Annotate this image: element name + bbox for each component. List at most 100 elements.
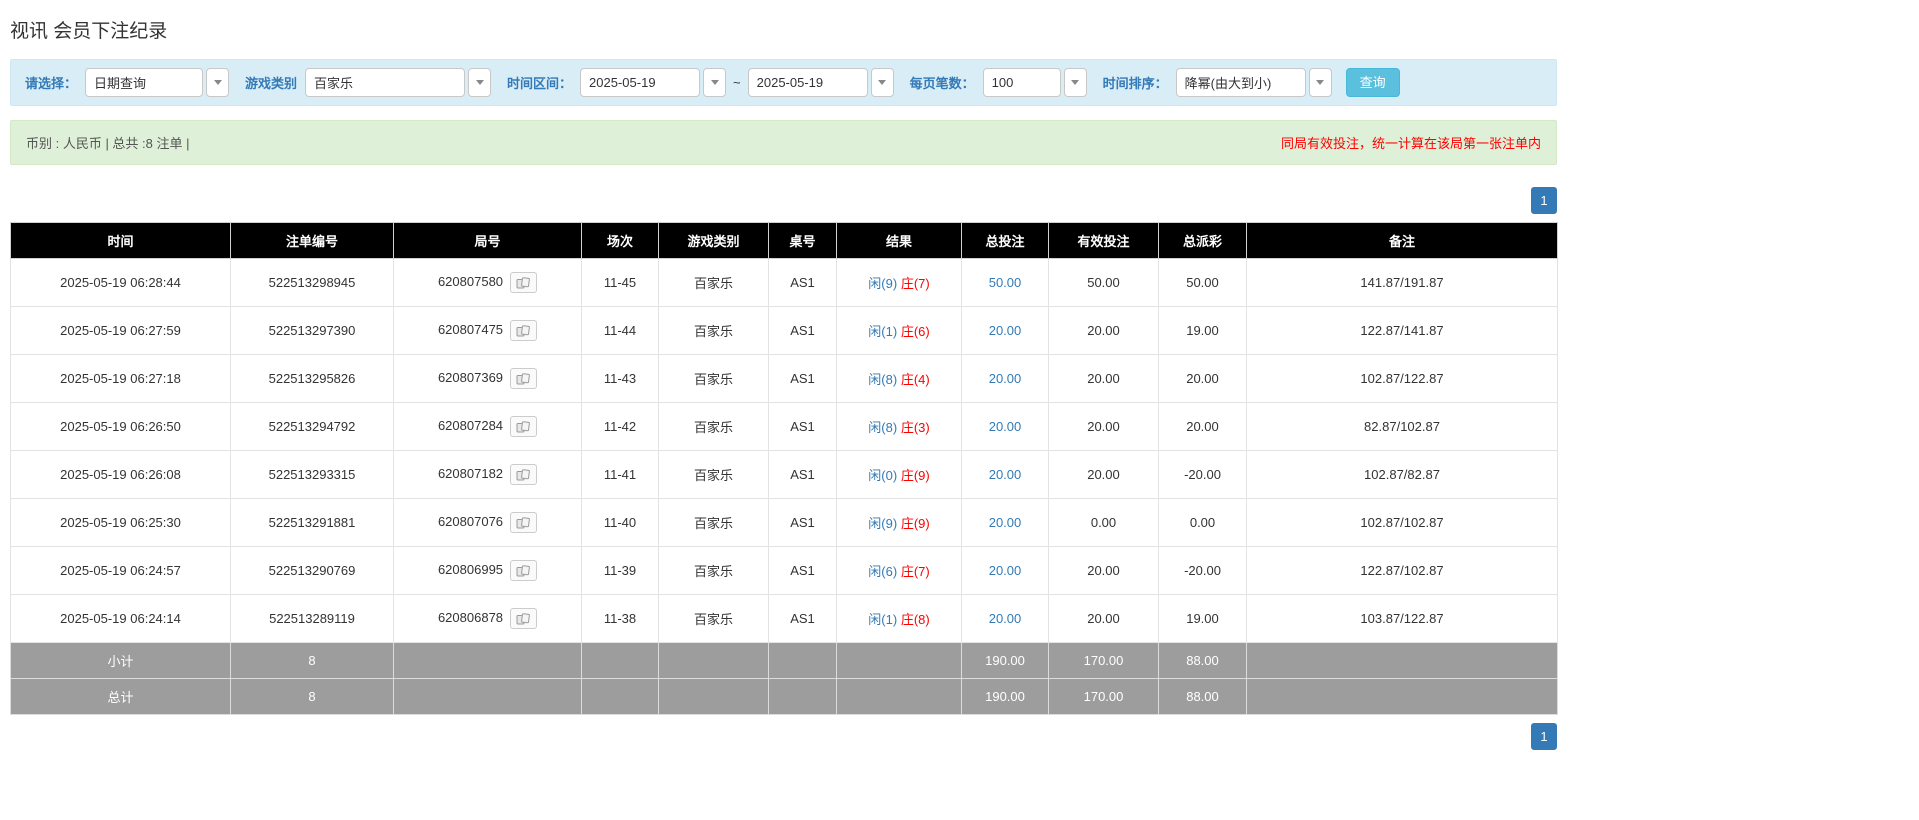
filter-bar: 请选择： 游戏类别 时间区间： ~ 每页笔 <box>10 59 1557 106</box>
cell-session: 11-44 <box>581 306 659 355</box>
game-type-dropdown-button[interactable] <box>468 68 492 97</box>
time-sort-dropdown-button[interactable] <box>1308 68 1332 97</box>
page-size-input[interactable] <box>982 68 1061 97</box>
page-size-label: 每页笔数： <box>909 76 975 91</box>
cell-round: 620807182 <box>393 450 582 499</box>
time-sort-input[interactable] <box>1175 68 1306 97</box>
cell-total-bet: 20.00 <box>961 354 1049 403</box>
cell-game-type: 百家乐 <box>658 450 769 499</box>
date-from-input[interactable] <box>580 68 701 97</box>
round-number: 620807182 <box>437 465 504 481</box>
cell-remark: 103.87/122.87 <box>1246 594 1558 643</box>
cell-remark: 141.87/191.87 <box>1246 258 1558 307</box>
round-number: 620806995 <box>437 561 504 577</box>
total-bet-link[interactable]: 20.00 <box>989 467 1022 482</box>
table-row: 2025-05-19 06:27:59 522513297390 6208074… <box>10 306 1558 355</box>
select-type-dropdown-button[interactable] <box>206 68 230 97</box>
total-bet-link[interactable]: 20.00 <box>989 611 1022 626</box>
cards-icon <box>516 468 530 480</box>
query-button[interactable]: 查询 <box>1345 68 1400 97</box>
cell-payout: -20.00 <box>1158 546 1247 595</box>
page-size-dropdown-button[interactable] <box>1063 68 1087 97</box>
cell-payout: 19.00 <box>1158 306 1247 355</box>
caret-down-icon <box>1071 80 1080 85</box>
date-to-input[interactable] <box>747 68 868 97</box>
cell-round: 620807284 <box>393 402 582 451</box>
select-type-input[interactable] <box>85 68 204 97</box>
view-cards-button[interactable] <box>510 560 538 581</box>
cell-session: 11-39 <box>581 546 659 595</box>
total-bet-link[interactable]: 20.00 <box>989 371 1022 386</box>
cell-bet-id: 522513297390 <box>230 306 394 355</box>
col-session: 场次 <box>581 222 659 259</box>
cell-table-no: AS1 <box>768 594 837 643</box>
cell-time: 2025-05-19 06:26:50 <box>10 402 231 451</box>
round-number: 620807580 <box>437 273 504 289</box>
total-bet-link[interactable]: 20.00 <box>989 323 1022 338</box>
round-number: 620807284 <box>437 417 504 433</box>
cell-time: 2025-05-19 06:28:44 <box>10 258 231 307</box>
banker-result: 庄(4) <box>900 372 930 387</box>
view-cards-button[interactable] <box>510 608 538 629</box>
cell-table-no: AS1 <box>768 258 837 307</box>
bet-records-table: 时间 注单编号 局号 场次 游戏类别 桌号 结果 总投注 有效投注 总派彩 备注… <box>10 222 1558 715</box>
total-bet-link[interactable]: 20.00 <box>989 515 1022 530</box>
round-number: 620806878 <box>437 609 504 625</box>
cell-session: 11-38 <box>581 594 659 643</box>
banker-result: 庄(6) <box>900 324 930 339</box>
cell-total-bet: 20.00 <box>961 306 1049 355</box>
page-1-button[interactable]: 1 <box>1531 187 1557 214</box>
total-bet-link[interactable]: 20.00 <box>989 563 1022 578</box>
summary-bar: 币别 : 人民币 | 总共 :8 注单 | 同局有效投注，统一计算在该局第一张注… <box>10 120 1557 165</box>
view-cards-button[interactable] <box>510 368 538 389</box>
subtotal-label: 小计 <box>10 642 231 679</box>
cell-game-type: 百家乐 <box>658 594 769 643</box>
cell-total-bet: 50.00 <box>961 258 1049 307</box>
cell-valid-bet: 20.00 <box>1048 402 1159 451</box>
view-cards-button[interactable] <box>510 320 538 341</box>
cell-valid-bet: 20.00 <box>1048 450 1159 499</box>
player-result: 闲(8) <box>868 420 898 435</box>
col-table-no: 桌号 <box>768 222 837 259</box>
cell-round: 620807580 <box>393 258 582 307</box>
cell-valid-bet: 0.00 <box>1048 498 1159 547</box>
banker-result: 庄(8) <box>900 612 930 627</box>
cell-table-no: AS1 <box>768 450 837 499</box>
view-cards-button[interactable] <box>510 512 538 533</box>
cell-payout: 19.00 <box>1158 594 1247 643</box>
cell-time: 2025-05-19 06:25:30 <box>10 498 231 547</box>
date-from-dropdown-button[interactable] <box>703 68 727 97</box>
col-remark: 备注 <box>1246 222 1558 259</box>
cell-payout: 0.00 <box>1158 498 1247 547</box>
round-number: 620807076 <box>437 513 504 529</box>
caret-down-icon <box>213 80 222 85</box>
total-bet-link[interactable]: 20.00 <box>989 419 1022 434</box>
view-cards-button[interactable] <box>510 416 538 437</box>
total-bet-link[interactable]: 50.00 <box>989 275 1022 290</box>
cell-bet-id: 522513289119 <box>230 594 394 643</box>
date-to-dropdown-button[interactable] <box>870 68 894 97</box>
cell-result: 闲(1) 庄(8) <box>836 594 962 643</box>
summary-notice-text: 同局有效投注，统一计算在该局第一张注单内 <box>1280 136 1541 151</box>
cell-game-type: 百家乐 <box>658 402 769 451</box>
cell-result: 闲(9) 庄(7) <box>836 258 962 307</box>
total-valid-bet: 170.00 <box>1048 678 1159 715</box>
cell-game-type: 百家乐 <box>658 306 769 355</box>
page-1-button[interactable]: 1 <box>1531 723 1557 750</box>
col-bet-id: 注单编号 <box>230 222 394 259</box>
game-type-input[interactable] <box>305 68 466 97</box>
cell-result: 闲(8) 庄(4) <box>836 354 962 403</box>
cell-table-no: AS1 <box>768 402 837 451</box>
cards-icon <box>516 324 530 336</box>
cell-time: 2025-05-19 06:27:59 <box>10 306 231 355</box>
cell-bet-id: 522513291881 <box>230 498 394 547</box>
page-title: 视讯 会员下注纪录 <box>10 21 168 42</box>
total-row: 总计 8 190.00 170.00 88.00 <box>10 678 1558 715</box>
view-cards-button[interactable] <box>510 272 538 293</box>
page-size-combo <box>982 68 1087 97</box>
cell-total-bet: 20.00 <box>961 450 1049 499</box>
player-result: 闲(9) <box>868 516 898 531</box>
view-cards-button[interactable] <box>510 464 538 485</box>
subtotal-valid-bet: 170.00 <box>1048 642 1159 679</box>
table-row: 2025-05-19 06:25:30 522513291881 6208070… <box>10 498 1558 547</box>
